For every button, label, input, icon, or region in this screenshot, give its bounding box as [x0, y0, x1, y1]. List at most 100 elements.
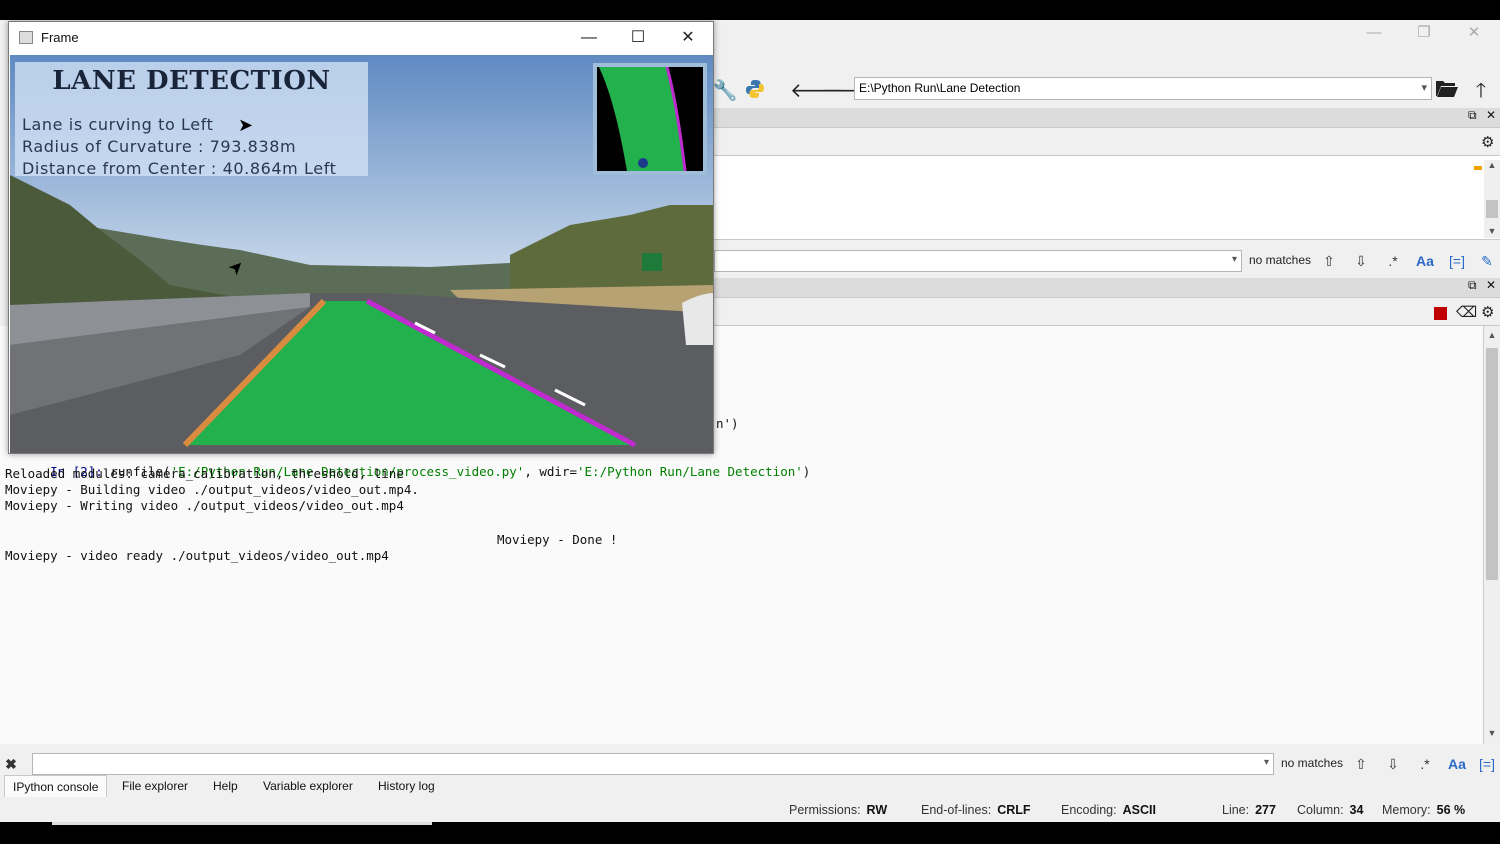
- warning-marker: [1474, 166, 1482, 170]
- birds-eye-view-inset: [593, 63, 707, 175]
- working-directory-value: E:\Python Run\Lane Detection: [859, 81, 1021, 95]
- tab-help[interactable]: Help: [205, 775, 246, 797]
- regex-icon[interactable]: .*: [1382, 250, 1404, 272]
- status-permissions: Permissions: RW: [789, 803, 887, 817]
- maximize-button[interactable]: ☐: [618, 26, 658, 50]
- console-line: Reloaded modules: camera_calibration, th…: [5, 466, 404, 481]
- editor-find-bar: ▾ no matches ⇧ ⇩ .* Aa [=] ✎: [714, 248, 1500, 274]
- console-line: Moviepy - Building video ./output_videos…: [5, 482, 419, 497]
- editor-pane-header: ⧉ ✕: [714, 108, 1500, 128]
- python-icon[interactable]: [742, 78, 768, 104]
- stop-icon[interactable]: [1434, 307, 1447, 320]
- status-label: Line:: [1222, 803, 1250, 817]
- console-partial-line: n'): [716, 416, 739, 431]
- status-label: End-of-lines:: [921, 803, 992, 817]
- birds-eye-lane-image: [599, 66, 687, 172]
- scroll-up-icon[interactable]: ▲: [1484, 330, 1500, 340]
- app-icon: [19, 31, 33, 44]
- case-sensitive-icon[interactable]: Aa: [1414, 250, 1436, 272]
- close-pane-icon[interactable]: ✕: [1486, 278, 1496, 292]
- chevron-down-icon[interactable]: ▾: [1232, 254, 1237, 265]
- status-value: CRLF: [997, 803, 1031, 817]
- minimize-button[interactable]: —: [569, 26, 609, 50]
- chevron-down-icon[interactable]: ▾: [1421, 78, 1427, 99]
- console-code: ): [802, 464, 811, 479]
- undock-icon[interactable]: ⧉: [1468, 278, 1477, 293]
- main-toolbar: 🔧 🡐 🡒 E:\Python Run\Lane Detection ▾ 🡑: [712, 74, 1500, 110]
- ide-minimize-button[interactable]: —: [1354, 22, 1394, 44]
- console-scrollbar[interactable]: ▲ ▼: [1484, 326, 1500, 744]
- find-previous-icon[interactable]: ⇧: [1350, 753, 1372, 775]
- status-column: Column: 34: [1297, 803, 1363, 817]
- find-next-icon[interactable]: ⇩: [1382, 753, 1404, 775]
- scroll-up-icon[interactable]: ▲: [1484, 160, 1500, 170]
- status-label: Memory:: [1382, 803, 1431, 817]
- wrench-icon[interactable]: 🔧: [712, 78, 738, 104]
- overlay-title: LANE DETECTION: [52, 66, 331, 96]
- frame-title-bar[interactable]: Frame — ☐ ✕: [9, 22, 713, 54]
- editor-area[interactable]: ▲ ▼: [714, 156, 1500, 240]
- status-memory: Memory: 56 %: [1382, 803, 1465, 817]
- chevron-down-icon[interactable]: ▾: [1264, 757, 1269, 768]
- scroll-thumb[interactable]: [1486, 200, 1498, 218]
- status-value: ASCII: [1122, 803, 1156, 817]
- console-no-matches-label: no matches: [1281, 756, 1344, 770]
- highlight-icon[interactable]: ✎: [1476, 250, 1498, 272]
- tab-history-log[interactable]: History log: [370, 775, 443, 797]
- whole-word-icon[interactable]: [=]: [1476, 753, 1498, 775]
- case-sensitive-icon[interactable]: Aa: [1446, 753, 1468, 775]
- console-toolbar: ⌫ ⚙: [714, 298, 1500, 326]
- console-find-bar: ✖ ▾ no matches ⇧ ⇩ .* Aa [=]: [0, 751, 1500, 777]
- working-directory-combo[interactable]: E:\Python Run\Lane Detection ▾: [854, 77, 1432, 100]
- console-find-input[interactable]: ▾: [32, 753, 1274, 775]
- console-string: 'E:/Python Run/Lane Detection': [577, 464, 803, 479]
- back-arrow-icon[interactable]: 🡐: [790, 78, 844, 104]
- find-previous-icon[interactable]: ⇧: [1318, 250, 1340, 272]
- editor-no-matches-label: no matches: [1249, 253, 1312, 267]
- status-label: Permissions:: [789, 803, 861, 817]
- status-eol: End-of-lines: CRLF: [921, 803, 1031, 817]
- folder-open-icon[interactable]: [1434, 78, 1460, 104]
- scroll-down-icon[interactable]: ▼: [1484, 728, 1500, 738]
- status-encoding: Encoding: ASCII: [1061, 803, 1156, 817]
- regex-icon[interactable]: .*: [1414, 753, 1436, 775]
- eraser-icon[interactable]: ⌫: [1456, 303, 1477, 321]
- editor-scrollbar[interactable]: ▲ ▼: [1484, 160, 1500, 238]
- console-line: Moviepy - Done !: [497, 532, 618, 547]
- editor-find-input[interactable]: ▾: [714, 250, 1242, 272]
- forward-arrow-icon[interactable]: 🡒: [822, 78, 876, 104]
- ide-close-button[interactable]: ✕: [1454, 22, 1494, 44]
- status-value: 34: [1349, 803, 1364, 817]
- up-arrow-icon[interactable]: 🡑: [1468, 78, 1494, 104]
- close-find-icon[interactable]: ✖: [0, 753, 22, 775]
- undock-icon[interactable]: ⧉: [1468, 108, 1477, 123]
- close-button[interactable]: ✕: [668, 26, 708, 50]
- status-bar: Permissions: RW End-of-lines: CRLF Encodin…: [0, 800, 1500, 822]
- bottom-tab-bar: IPython console File explorer Help Varia…: [0, 775, 1500, 799]
- ide-restore-button[interactable]: ❐: [1404, 22, 1444, 44]
- console-line: Moviepy - video ready ./output_videos/vi…: [5, 548, 389, 563]
- screen: — ❐ ✕ 🔧 🡐 🡒 E:\Python Run\Lane Detection…: [0, 0, 1500, 844]
- scroll-down-icon[interactable]: ▼: [1484, 226, 1500, 236]
- lane-info-overlay: LANE DETECTION Lane is curving to Left R…: [15, 62, 368, 178]
- tab-variable-explorer[interactable]: Variable explorer: [255, 775, 361, 797]
- overlay-distance: Distance from Center : 40.864m Left: [22, 159, 337, 178]
- tab-ipython-console[interactable]: IPython console: [4, 775, 108, 797]
- close-pane-icon[interactable]: ✕: [1486, 108, 1496, 122]
- status-value: RW: [866, 803, 888, 817]
- scroll-thumb[interactable]: [1486, 348, 1498, 580]
- frame-title: Frame: [41, 30, 79, 45]
- whole-word-icon[interactable]: [=]: [1446, 250, 1468, 272]
- console-line: Moviepy - Writing video ./output_videos/…: [5, 498, 404, 513]
- find-next-icon[interactable]: ⇩: [1350, 250, 1372, 272]
- console-pane-header: ⧉ ✕: [714, 278, 1500, 298]
- status-label: Column:: [1297, 803, 1344, 817]
- overlay-radius: Radius of Curvature : 793.838m: [22, 137, 297, 156]
- gear-icon[interactable]: ⚙: [1481, 303, 1494, 321]
- overlay-curve-direction: Lane is curving to Left: [22, 115, 214, 134]
- status-value: 56 %: [1436, 803, 1466, 817]
- video-frame: LANE DETECTION Lane is curving to Left R…: [10, 55, 713, 453]
- tab-file-explorer[interactable]: File explorer: [114, 775, 196, 797]
- status-label: Encoding:: [1061, 803, 1117, 817]
- gear-icon[interactable]: ⚙: [1481, 133, 1494, 151]
